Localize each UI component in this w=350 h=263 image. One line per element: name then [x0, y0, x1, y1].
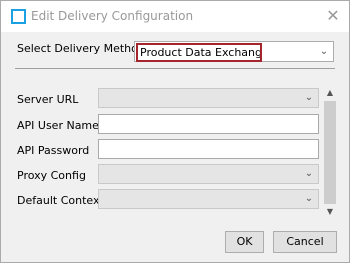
- app-icon: [11, 9, 26, 24]
- chevron-down-icon[interactable]: ⌄: [302, 165, 316, 183]
- separator: [15, 68, 335, 69]
- scroll-down-arrow-icon[interactable]: ▼: [322, 205, 338, 219]
- server-url-select[interactable]: ⌄: [98, 88, 319, 108]
- server-url-label: Server URL: [17, 93, 79, 106]
- chevron-down-icon[interactable]: ⌄: [302, 89, 316, 107]
- chevron-down-icon[interactable]: ⌄: [317, 42, 331, 61]
- window-title: Edit Delivery Configuration: [31, 9, 194, 23]
- ok-button[interactable]: OK: [225, 231, 264, 253]
- delivery-method-label: Select Delivery Method: [17, 42, 145, 55]
- proxy-config-select[interactable]: ⌄: [98, 164, 319, 184]
- api-user-name-label: API User Name: [17, 119, 99, 132]
- default-context-label: Default Context: [17, 194, 104, 207]
- api-user-name-field[interactable]: [98, 114, 319, 134]
- default-context-select[interactable]: ⌄: [98, 189, 319, 209]
- proxy-config-label: Proxy Config: [17, 169, 86, 182]
- api-password-label: API Password: [17, 144, 90, 157]
- close-icon[interactable]: ✕: [323, 5, 343, 27]
- api-password-field[interactable]: [98, 139, 319, 159]
- chevron-down-icon[interactable]: ⌄: [302, 190, 316, 208]
- vertical-scrollbar[interactable]: ▲ ▼: [322, 86, 338, 219]
- scrollbar-thumb[interactable]: [324, 101, 336, 204]
- title-bar[interactable]: Edit Delivery Configuration ✕: [1, 1, 349, 32]
- delivery-method-value: Product Data Exchange: [136, 43, 262, 62]
- scroll-up-arrow-icon[interactable]: ▲: [322, 86, 338, 100]
- delivery-method-select[interactable]: Product Data Exchange ⌄: [134, 41, 334, 62]
- dialog-window: Edit Delivery Configuration ✕ Select Del…: [0, 0, 350, 263]
- cancel-button[interactable]: Cancel: [273, 231, 337, 253]
